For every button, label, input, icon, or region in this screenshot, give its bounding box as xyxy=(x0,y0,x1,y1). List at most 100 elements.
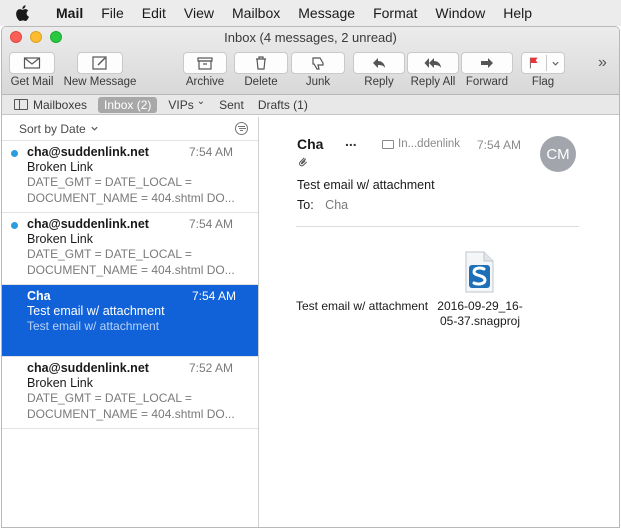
attachment[interactable]: 2016-09-29_16- 05-37.snagproj xyxy=(430,251,530,329)
archive-box-icon xyxy=(197,57,213,70)
apple-logo-icon[interactable] xyxy=(0,5,44,21)
message-item[interactable]: cha@suddenlink.net 7:54 AM Broken Link D… xyxy=(2,141,258,213)
message-sender: cha@suddenlink.net xyxy=(27,217,149,231)
reply-all-button-frame[interactable] xyxy=(407,52,459,74)
chevron-down-icon xyxy=(91,126,98,131)
window-title: Inbox (4 messages, 2 unread) xyxy=(224,30,397,45)
attachment-filename-line-2: 05-37.snagproj xyxy=(439,314,521,328)
message-time: 7:54 AM xyxy=(188,145,233,159)
get-mail-button-frame[interactable] xyxy=(9,52,55,74)
reply-button-frame[interactable] xyxy=(353,52,405,74)
archive-button[interactable]: Archive xyxy=(182,52,228,88)
message-sender: cha@suddenlink.net xyxy=(27,361,149,375)
menu-mailbox[interactable]: Mailbox xyxy=(223,5,289,21)
message-time: 7:54 AM xyxy=(191,289,236,303)
sort-bar: Sort by Date xyxy=(2,117,258,141)
new-message-button[interactable]: New Message xyxy=(62,52,138,88)
favorite-inbox[interactable]: Inbox (2) xyxy=(98,96,158,113)
message-sender: cha@suddenlink.net xyxy=(27,145,149,159)
forward-arrow-icon xyxy=(481,58,493,68)
favorite-sent[interactable]: Sent xyxy=(212,98,251,112)
unread-dot-icon xyxy=(11,222,18,229)
junk-button[interactable]: Junk xyxy=(291,52,345,88)
message-subject: Test email w/ attachment xyxy=(27,304,165,318)
menu-window[interactable]: Window xyxy=(426,5,494,21)
message-item-selected[interactable]: Cha 7:54 AM Test email w/ attachment Tes… xyxy=(2,285,258,357)
envelope-icon xyxy=(23,57,41,69)
mailboxes-label: Mailboxes xyxy=(33,97,88,112)
message-subject: Broken Link xyxy=(27,160,94,174)
toolbar-overflow-button[interactable]: » xyxy=(598,54,607,72)
attachment-filename: 2016-09-29_16- 05-37.snagproj xyxy=(437,299,522,329)
viewer-sender[interactable]: Cha xyxy=(297,136,323,152)
sort-by-date-button[interactable]: Sort by Date xyxy=(19,122,99,136)
menu-view[interactable]: View xyxy=(175,5,223,21)
message-subject: Broken Link xyxy=(27,376,94,390)
message-time: 7:54 AM xyxy=(188,217,233,231)
forward-button-frame[interactable] xyxy=(461,52,513,74)
filter-icon[interactable] xyxy=(235,122,248,135)
junk-button-frame[interactable] xyxy=(291,52,345,74)
menu-message[interactable]: Message xyxy=(289,5,364,21)
new-message-button-frame[interactable] xyxy=(77,52,123,74)
title-bar: Inbox (4 messages, 2 unread) Get Mail Ne… xyxy=(2,27,619,95)
new-message-label: New Message xyxy=(63,76,137,88)
message-viewer: Cha ... In...ddenlink 7:54 AM CM Test em… xyxy=(260,117,619,527)
viewer-mailbox: In...ddenlink xyxy=(382,138,460,150)
message-preview-line-2: DOCUMENT_NAME = 404.shtml DO... xyxy=(27,263,235,277)
viewer-mailbox-label: In...ddenlink xyxy=(398,138,461,150)
avatar: CM xyxy=(540,136,576,172)
sidebar-icon xyxy=(14,99,28,110)
reply-label: Reply xyxy=(364,76,394,88)
chevron-down-icon: ⌄ xyxy=(196,96,206,107)
delete-button[interactable]: Delete xyxy=(233,52,289,88)
message-preview-line-1: DATE_GMT = DATE_LOCAL = xyxy=(27,247,192,261)
sort-label: Sort by Date xyxy=(19,121,86,136)
flag-button[interactable]: Flag xyxy=(520,52,566,88)
snagit-file-icon xyxy=(463,251,495,293)
recipient-name[interactable]: Cha xyxy=(325,198,348,212)
junk-label: Junk xyxy=(305,76,331,88)
menu-edit[interactable]: Edit xyxy=(133,5,175,21)
forward-label: Forward xyxy=(465,76,509,88)
menu-file[interactable]: File xyxy=(92,5,133,21)
flag-button-frame[interactable] xyxy=(521,52,565,74)
get-mail-button[interactable]: Get Mail xyxy=(7,52,57,88)
forward-button[interactable]: Forward xyxy=(461,52,513,88)
menu-mail[interactable]: Mail xyxy=(44,5,92,21)
mailboxes-button[interactable]: Mailboxes xyxy=(2,98,94,112)
viewer-subject: Test email w/ attachment xyxy=(297,178,435,192)
message-item[interactable]: cha@suddenlink.net 7:54 AM Broken Link D… xyxy=(2,213,258,285)
message-sender: Cha xyxy=(27,289,51,303)
paperclip-icon xyxy=(297,155,308,171)
message-preview-line-1: Test email w/ attachment xyxy=(27,319,160,333)
vips-label: VIPs xyxy=(168,97,194,112)
message-body-text: Test email w/ attachment xyxy=(296,299,429,313)
more-options-button[interactable]: ... xyxy=(345,133,357,149)
get-mail-label: Get Mail xyxy=(10,76,54,88)
attachment-filename-line-1: 2016-09-29_16- xyxy=(437,299,523,313)
favorite-drafts[interactable]: Drafts (1) xyxy=(251,98,315,112)
menu-format[interactable]: Format xyxy=(364,5,426,21)
reply-button[interactable]: Reply xyxy=(353,52,405,88)
viewer-recipients: To: Cha xyxy=(297,198,348,212)
chevron-down-icon xyxy=(552,61,559,66)
to-label: To: xyxy=(297,198,314,212)
favorite-vips[interactable]: VIPs ⌄ xyxy=(161,96,212,112)
message-preview-line-1: DATE_GMT = DATE_LOCAL = xyxy=(27,175,192,189)
message-subject: Broken Link xyxy=(27,232,94,246)
message-preview-line-2: DOCUMENT_NAME = 404.shtml DO... xyxy=(27,191,235,205)
flag-label: Flag xyxy=(531,76,555,88)
archive-label: Archive xyxy=(185,76,225,88)
archive-button-frame[interactable] xyxy=(183,52,227,74)
folder-icon xyxy=(382,139,394,149)
menu-help[interactable]: Help xyxy=(494,5,541,21)
reply-arrow-icon xyxy=(373,58,385,68)
delete-button-frame[interactable] xyxy=(234,52,288,74)
message-item[interactable]: cha@suddenlink.net 7:52 AM Broken Link D… xyxy=(2,357,258,429)
thumbs-down-icon xyxy=(312,57,324,70)
reply-all-arrow-icon xyxy=(424,58,441,68)
reply-all-button[interactable]: Reply All xyxy=(407,52,459,88)
delete-label: Delete xyxy=(244,76,278,88)
message-list: Sort by Date cha@suddenlink.net 7:54 AM … xyxy=(2,117,259,527)
